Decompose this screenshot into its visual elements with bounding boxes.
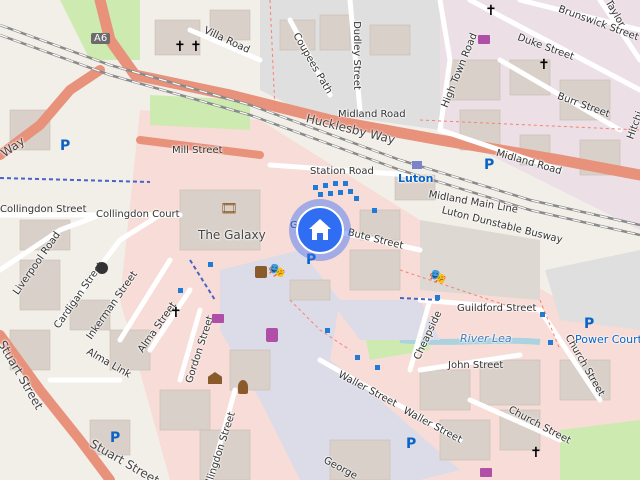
theatre-icon[interactable]: 🎭	[268, 264, 285, 278]
place-of-worship-icon[interactable]	[96, 262, 108, 274]
church-icon[interactable]: ✝	[170, 306, 182, 320]
church-icon[interactable]: ✝	[530, 446, 542, 460]
shop-icon[interactable]	[478, 35, 490, 44]
monument-icon[interactable]	[238, 380, 248, 394]
home-location-marker[interactable]	[296, 206, 344, 254]
shopping-bag-icon[interactable]	[266, 328, 278, 342]
parking-icon[interactable]: P	[406, 436, 416, 452]
parking-icon[interactable]: P	[484, 157, 494, 173]
parking-icon[interactable]: P	[110, 430, 120, 446]
church-icon[interactable]: ✝	[538, 58, 550, 72]
church-icon[interactable]: ✝	[485, 4, 497, 18]
parking-icon[interactable]: P	[584, 316, 594, 332]
shop-icon[interactable]	[480, 468, 492, 477]
theatre-icon[interactable]: 🎭	[429, 270, 446, 284]
parking-icon[interactable]: P	[60, 138, 70, 154]
library-icon[interactable]	[255, 266, 267, 278]
home-icon	[309, 219, 331, 240]
shop-icon[interactable]	[212, 314, 224, 323]
map-view[interactable]: A6 Hucklesby Way Way Villa Road Coupees …	[0, 0, 640, 480]
cinema-icon[interactable]: 🎞	[220, 202, 238, 216]
church-icon[interactable]: ✝	[190, 40, 202, 54]
church-icon[interactable]: ✝	[174, 40, 186, 54]
